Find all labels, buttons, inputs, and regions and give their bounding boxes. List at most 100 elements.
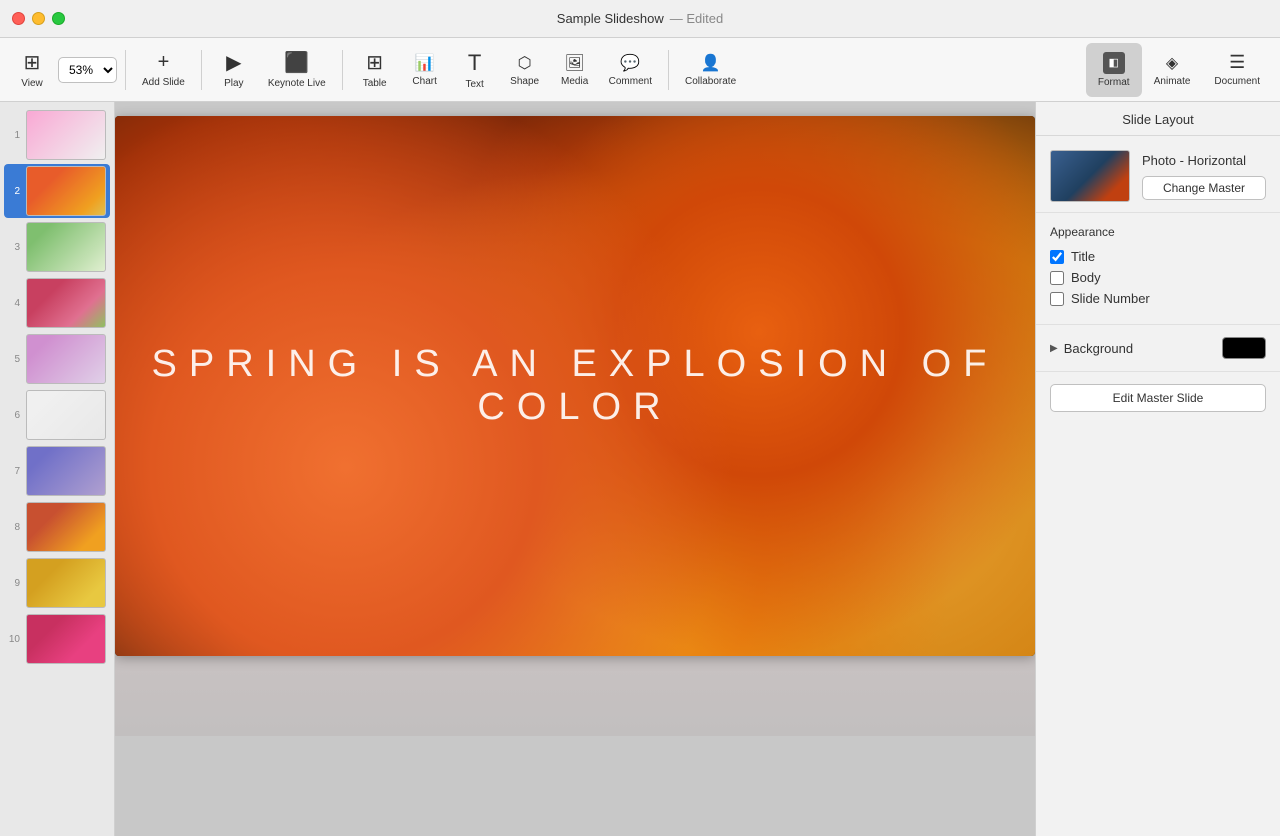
add-slide-button[interactable]: + Add Slide: [134, 43, 193, 97]
text-button[interactable]: T Text: [451, 43, 499, 97]
background-section[interactable]: ▶ Background: [1036, 325, 1280, 372]
slide-thumb-6: [26, 390, 106, 440]
close-button[interactable]: [12, 12, 25, 25]
play-button[interactable]: ▶ Play: [210, 43, 258, 97]
body-checkbox-row: Body: [1050, 270, 1266, 285]
collaborate-button[interactable]: 👤 Collaborate: [677, 43, 744, 97]
table-button[interactable]: ⊞ Table: [351, 43, 399, 97]
document-tab-label: Document: [1214, 76, 1260, 87]
edit-master-section: Edit Master Slide: [1036, 372, 1280, 424]
slide-num-7: 7: [8, 466, 20, 477]
slide-number-checkbox[interactable]: [1050, 292, 1064, 306]
slide-item[interactable]: 3: [4, 220, 110, 274]
slide-canvas[interactable]: SPRING IS AN EXPLOSION OF COLOR: [115, 116, 1035, 656]
media-label: Media: [561, 76, 588, 87]
slide-num-9: 9: [8, 578, 20, 589]
slide-number-checkbox-label[interactable]: Slide Number: [1071, 291, 1150, 306]
chart-button[interactable]: 📊 Chart: [401, 43, 449, 97]
slide-item[interactable]: 5: [4, 332, 110, 386]
slide-main-text: SPRING IS AN EXPLOSION OF COLOR: [115, 343, 1035, 429]
slide-num-1: 1: [8, 130, 20, 141]
chevron-right-icon: ▶: [1050, 343, 1058, 354]
slide-item[interactable]: 7: [4, 444, 110, 498]
comment-icon: 💬: [620, 53, 640, 73]
right-panel-title: Slide Layout: [1036, 102, 1280, 136]
shape-label: Shape: [510, 76, 539, 87]
slide-thumb-5: [26, 334, 106, 384]
background-label: Background: [1064, 341, 1133, 356]
slide-num-3: 3: [8, 242, 20, 253]
keynote-live-icon: ⬛: [284, 50, 309, 75]
slide-num-4: 4: [8, 298, 20, 309]
slide-thumb-10: [26, 614, 106, 664]
edit-master-slide-button[interactable]: Edit Master Slide: [1050, 384, 1266, 412]
background-color-swatch[interactable]: [1222, 337, 1266, 359]
slide-item[interactable]: 10: [4, 612, 110, 666]
slide-item[interactable]: 2: [4, 164, 110, 218]
comment-button[interactable]: 💬 Comment: [601, 43, 660, 97]
slide-thumb-1: [26, 110, 106, 160]
keynote-live-button[interactable]: ⬛ Keynote Live: [260, 43, 334, 97]
slide-thumb-8: [26, 502, 106, 552]
fullscreen-button[interactable]: [52, 12, 65, 25]
slide-item[interactable]: 4: [4, 276, 110, 330]
media-icon: 🖼: [564, 53, 584, 73]
main-content: 1 2 3 4 5 6 7 8: [0, 102, 1280, 836]
format-tabs: ◧ Format ◈ Animate ☰ Document: [1086, 43, 1272, 97]
view-button[interactable]: ⊞ View: [8, 43, 56, 97]
body-checkbox[interactable]: [1050, 271, 1064, 285]
minimize-button[interactable]: [32, 12, 45, 25]
add-slide-icon: +: [158, 51, 170, 74]
document-tab-button[interactable]: ☰ Document: [1202, 43, 1272, 97]
shape-icon: ⬡: [518, 53, 532, 73]
slide-item[interactable]: 8: [4, 500, 110, 554]
background-row[interactable]: ▶ Background: [1050, 337, 1266, 359]
slide-num-5: 5: [8, 354, 20, 365]
slide-thumb-9: [26, 558, 106, 608]
slide-thumb-3: [26, 222, 106, 272]
comment-label: Comment: [609, 76, 652, 87]
animate-tab-button[interactable]: ◈ Animate: [1142, 43, 1203, 97]
slide-num-6: 6: [8, 410, 20, 421]
view-group: ⊞ View 53%: [8, 43, 117, 97]
keynote-live-label: Keynote Live: [268, 78, 326, 89]
slide-num-10: 10: [8, 634, 20, 645]
slide-num-2: 2: [8, 186, 20, 197]
right-panel: Slide Layout Photo - Horizontal Change M…: [1035, 102, 1280, 836]
title-checkbox-row: Title: [1050, 249, 1266, 264]
slide-item[interactable]: 1: [4, 108, 110, 162]
background-left: ▶ Background: [1050, 341, 1133, 356]
view-icon: ⊞: [24, 50, 41, 75]
shape-button[interactable]: ⬡ Shape: [501, 43, 549, 97]
title-checkbox[interactable]: [1050, 250, 1064, 264]
format-tab-button[interactable]: ◧ Format: [1086, 43, 1142, 97]
canvas-area[interactable]: SPRING IS AN EXPLOSION OF COLOR: [115, 102, 1035, 836]
layout-preview: Photo - Horizontal Change Master: [1036, 136, 1280, 213]
text-label: Text: [465, 79, 483, 90]
title-checkbox-label[interactable]: Title: [1071, 249, 1095, 264]
format-tab-label: Format: [1098, 77, 1130, 88]
chart-icon: 📊: [415, 53, 435, 73]
window-edited-status: — Edited: [670, 11, 723, 26]
collaborate-label: Collaborate: [685, 76, 736, 87]
layout-thumbnail: [1050, 150, 1130, 202]
slide-thumb-7: [26, 446, 106, 496]
media-button[interactable]: 🖼 Media: [551, 43, 599, 97]
slide-panel: 1 2 3 4 5 6 7 8: [0, 102, 115, 836]
zoom-select[interactable]: 53%: [58, 57, 117, 83]
play-label: Play: [224, 78, 243, 89]
traffic-lights: [12, 12, 65, 25]
body-checkbox-label[interactable]: Body: [1071, 270, 1101, 285]
animate-tab-label: Animate: [1154, 76, 1191, 87]
slide-text-overlay: SPRING IS AN EXPLOSION OF COLOR: [115, 116, 1035, 656]
add-slide-label: Add Slide: [142, 77, 185, 88]
slide-number-checkbox-row: Slide Number: [1050, 291, 1266, 306]
table-label: Table: [363, 78, 387, 89]
text-icon: T: [468, 50, 481, 76]
table-icon: ⊞: [366, 50, 383, 75]
slide-item[interactable]: 6: [4, 388, 110, 442]
view-label: View: [21, 78, 43, 89]
change-master-button[interactable]: Change Master: [1142, 176, 1266, 200]
animate-tab-icon: ◈: [1166, 53, 1178, 73]
slide-item[interactable]: 9: [4, 556, 110, 610]
